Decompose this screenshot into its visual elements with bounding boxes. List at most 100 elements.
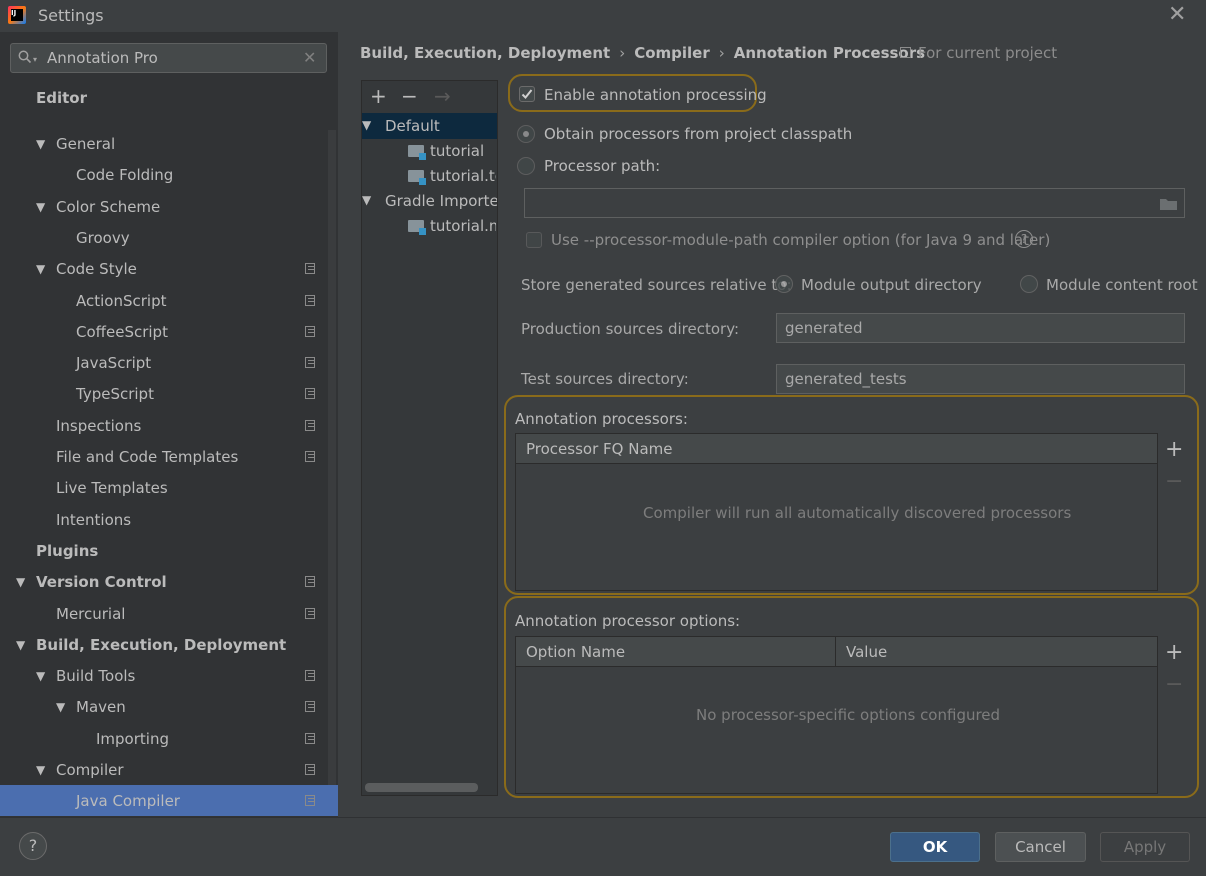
breadcrumb-separator-icon: › [718, 44, 725, 62]
project-scope-icon [900, 47, 911, 58]
breadcrumb-item-build[interactable]: Build, Execution, Deployment [360, 44, 610, 62]
project-level-icon [305, 608, 315, 619]
sidebar-item-color-scheme[interactable]: Color Scheme [56, 192, 160, 222]
expand-toggle-icon[interactable]: ▼ [16, 638, 25, 652]
sidebar-header-editor[interactable]: Editor [36, 89, 326, 111]
apply-button[interactable]: Apply [1100, 832, 1190, 862]
sidebar-item-actionscript[interactable]: ActionScript [76, 286, 166, 316]
sidebar-scrollbar[interactable] [328, 130, 336, 815]
sidebar-item-intentions[interactable]: Intentions [56, 505, 131, 535]
browse-folder-icon[interactable] [1159, 197, 1178, 211]
enable-processing-label[interactable]: Enable annotation processing [544, 86, 767, 104]
breadcrumb: Build, Execution, Deployment › Compiler › An… [360, 44, 925, 62]
remove-profile-button[interactable]: − [401, 84, 418, 108]
expand-toggle-icon[interactable]: ▼ [36, 763, 45, 777]
ok-button[interactable]: OK [890, 832, 980, 862]
obtain-from-classpath-label[interactable]: Obtain processors from project classpath [544, 125, 852, 143]
cancel-button[interactable]: Cancel [995, 832, 1086, 862]
remove-option-button[interactable]: − [1165, 672, 1183, 697]
search-icon[interactable] [18, 50, 32, 64]
remove-processor-button[interactable]: − [1165, 469, 1183, 494]
expand-toggle-icon[interactable]: ▼ [36, 669, 45, 683]
window-title: Settings [38, 6, 104, 25]
module-content-root-label[interactable]: Module content root [1046, 276, 1198, 294]
sidebar-item-build-execution-deployment[interactable]: Build, Execution, Deployment [36, 630, 286, 660]
options-title: Annotation processor options: [515, 612, 741, 630]
close-icon[interactable]: ✕ [1168, 2, 1186, 27]
profile-gradle-imported[interactable]: Gradle Imported [385, 192, 497, 210]
logo-text: IJ [11, 9, 23, 21]
processor-fq-name-column-header[interactable]: Processor FQ Name [516, 434, 1157, 464]
sidebar-item-typescript[interactable]: TypeScript [76, 379, 154, 409]
clear-search-icon[interactable]: ✕ [303, 48, 316, 67]
sidebar-item-compiler[interactable]: Compiler [56, 755, 124, 785]
sidebar-item-java-compiler[interactable]: Java Compiler [76, 786, 180, 816]
sidebar-item-mercurial[interactable]: Mercurial [56, 599, 125, 629]
option-name-column-header[interactable]: Option Name [516, 637, 836, 667]
processor-path-input[interactable] [524, 188, 1185, 218]
gradle-expand-icon[interactable]: ▼ [362, 193, 371, 207]
test-sources-input[interactable] [776, 364, 1185, 394]
sidebar-item-plugins[interactable]: Plugins [36, 536, 98, 566]
add-profile-button[interactable]: + [370, 84, 387, 108]
processors-title: Annotation processors: [515, 410, 688, 428]
test-sources-label: Test sources directory: [521, 370, 689, 388]
project-level-icon [305, 451, 315, 462]
breadcrumb-item-annotation-processors: Annotation Processors [733, 44, 926, 62]
expand-toggle-icon[interactable]: ▼ [16, 575, 25, 589]
module-output-directory-label[interactable]: Module output directory [801, 276, 982, 294]
obtain-from-classpath-radio[interactable] [517, 125, 535, 143]
profiles-scrollbar[interactable] [365, 783, 478, 792]
module-folder-icon [408, 170, 426, 185]
module-path-label[interactable]: Use --processor-module-path compiler opt… [551, 231, 1050, 249]
sidebar-item-file-and-code-templates[interactable]: File and Code Templates [56, 442, 238, 472]
project-level-icon [305, 670, 315, 681]
module-output-directory-radio[interactable] [775, 275, 793, 293]
sidebar-item-build-tools[interactable]: Build Tools [56, 661, 135, 691]
module-content-root-radio[interactable] [1020, 275, 1038, 293]
sidebar-item-javascript[interactable]: JavaScript [76, 348, 151, 378]
processor-path-label[interactable]: Processor path: [544, 157, 660, 175]
breadcrumb-item-compiler[interactable]: Compiler [634, 44, 710, 62]
sidebar-item-code-style[interactable]: Code Style [56, 254, 137, 284]
sidebar-item-code-folding[interactable]: Code Folding [76, 160, 173, 190]
production-sources-label: Production sources directory: [521, 320, 740, 338]
expand-toggle-icon[interactable]: ▼ [36, 200, 45, 214]
breadcrumb-separator-icon: › [619, 44, 626, 62]
search-input[interactable] [47, 49, 287, 67]
value-column-header[interactable]: Value [836, 637, 1157, 667]
sidebar-item-version-control[interactable]: Version Control [36, 567, 167, 597]
sidebar-item-importing[interactable]: Importing [96, 724, 169, 754]
search-options-chevron-icon[interactable]: ▾ [33, 55, 37, 64]
project-level-icon [305, 295, 315, 306]
project-level-icon [305, 326, 315, 337]
expand-toggle-icon[interactable]: ▼ [36, 262, 45, 276]
production-sources-input[interactable] [776, 313, 1185, 343]
expand-toggle-icon[interactable]: ▼ [56, 700, 65, 714]
module-path-checkbox[interactable] [526, 232, 542, 248]
help-button[interactable]: ? [19, 832, 47, 860]
sidebar-item-groovy[interactable]: Groovy [76, 223, 130, 253]
processors-empty-text: Compiler will run all automatically disc… [643, 504, 1072, 522]
profile-module-tutorial-test[interactable]: tutorial.tes [430, 167, 496, 185]
processor-path-radio[interactable] [517, 157, 535, 175]
sidebar-item-inspections[interactable]: Inspections [56, 411, 141, 441]
project-level-icon [305, 701, 315, 712]
add-processor-button[interactable]: + [1165, 437, 1183, 462]
sidebar-item-maven[interactable]: Maven [76, 692, 126, 722]
default-expand-icon[interactable]: ▼ [362, 118, 371, 132]
help-question-icon[interactable]: ? [1015, 230, 1033, 248]
project-level-icon [305, 263, 315, 274]
sidebar-item-live-templates[interactable]: Live Templates [56, 473, 168, 503]
enable-processing-checkbox[interactable] [519, 86, 535, 102]
profile-default[interactable]: Default [385, 117, 440, 135]
sidebar-item-general[interactable]: General [56, 129, 115, 159]
profile-module-tutorial[interactable]: tutorial [430, 142, 484, 160]
move-to-profile-button[interactable]: → [434, 84, 451, 108]
add-option-button[interactable]: + [1165, 640, 1183, 665]
sidebar-item-coffeescript[interactable]: CoffeeScript [76, 317, 168, 347]
project-level-icon [305, 576, 315, 587]
expand-toggle-icon[interactable]: ▼ [36, 137, 45, 151]
check-icon [521, 89, 533, 99]
profile-module-tutorial-main[interactable]: tutorial.ma [430, 217, 496, 235]
